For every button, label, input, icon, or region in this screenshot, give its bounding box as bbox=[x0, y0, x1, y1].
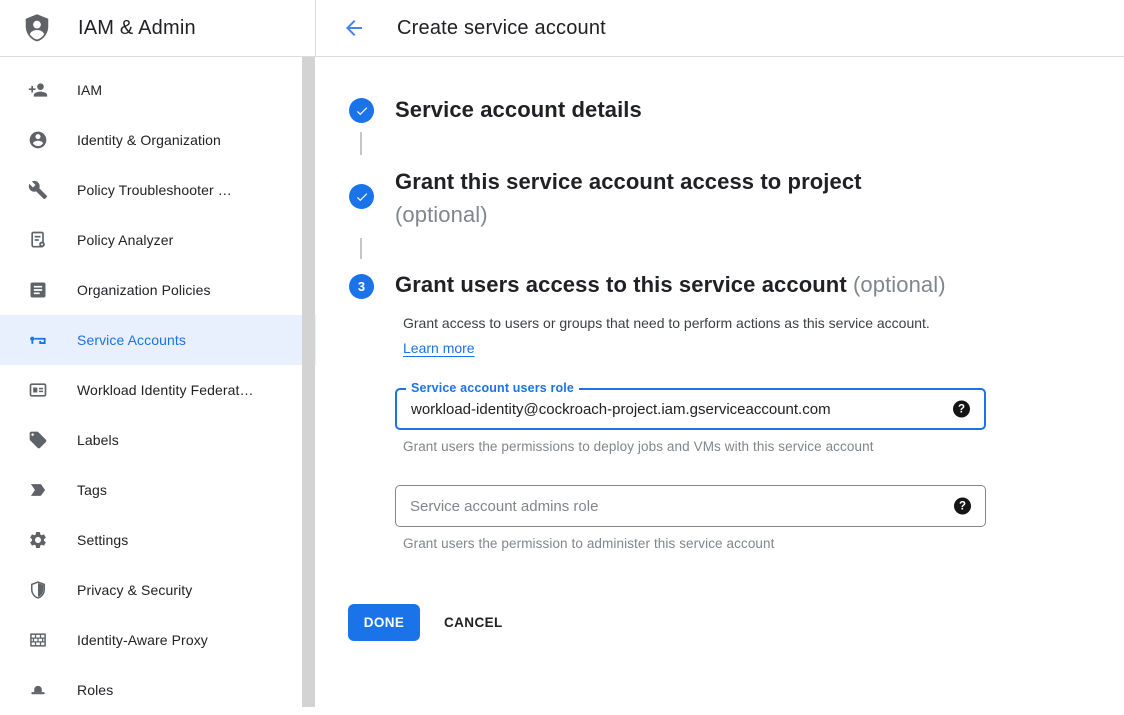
done-button[interactable]: DONE bbox=[348, 604, 420, 641]
sidebar-item-policy-analyzer[interactable]: Policy Analyzer bbox=[0, 215, 316, 265]
create-service-account-panel: Service account details Grant this servi… bbox=[316, 57, 1124, 707]
users-role-helper-text: Grant users the permissions to deploy jo… bbox=[403, 439, 874, 454]
page-title: Create service account bbox=[397, 17, 606, 40]
step3-description: Grant access to users or groups that nee… bbox=[403, 311, 959, 361]
iam-admin-sidebar: IAM Identity & Organization Policy Troub… bbox=[0, 57, 316, 707]
sidebar-item-service-accounts[interactable]: Service Accounts bbox=[0, 315, 316, 365]
sidebar-item-identity-aware-proxy[interactable]: Identity-Aware Proxy bbox=[0, 615, 316, 665]
gear-icon bbox=[28, 530, 48, 550]
step2-title: Grant this service account access to pro… bbox=[395, 165, 862, 231]
cancel-button[interactable]: CANCEL bbox=[444, 604, 503, 641]
step3-number-icon: 3 bbox=[349, 274, 374, 299]
admins-role-input[interactable] bbox=[396, 486, 985, 526]
step3-optional-label: (optional) bbox=[853, 272, 946, 297]
sidebar-item-label: Policy Analyzer bbox=[77, 232, 173, 248]
sidebar-item-label: IAM bbox=[77, 82, 102, 98]
step3-title-text: Grant users access to this service accou… bbox=[395, 272, 847, 297]
page-header: Create service account bbox=[316, 0, 1124, 56]
sidebar-item-label: Service Accounts bbox=[77, 332, 186, 348]
sidebar-item-label: Roles bbox=[77, 682, 113, 698]
back-button[interactable] bbox=[341, 15, 367, 41]
label-tag-icon bbox=[28, 430, 48, 450]
sidebar-item-label: Identity & Organization bbox=[77, 132, 221, 148]
step3-number: 3 bbox=[358, 279, 365, 294]
sidebar-item-label: Privacy & Security bbox=[77, 582, 192, 598]
document-icon bbox=[28, 280, 48, 300]
policy-analyzer-icon bbox=[28, 230, 48, 250]
sidebar-item-iam[interactable]: IAM bbox=[0, 65, 316, 115]
learn-more-link[interactable]: Learn more bbox=[403, 340, 475, 356]
sidebar-item-label: Settings bbox=[77, 532, 128, 548]
sidebar-item-privacy-security[interactable]: Privacy & Security bbox=[0, 565, 316, 615]
badge-card-icon bbox=[28, 380, 48, 400]
step-connector bbox=[360, 132, 362, 155]
sidebar-item-label: Policy Troubleshooter … bbox=[77, 182, 232, 198]
help-icon[interactable]: ? bbox=[953, 401, 970, 418]
sidebar-item-organization-policies[interactable]: Organization Policies bbox=[0, 265, 316, 315]
sidebar-item-identity-organization[interactable]: Identity & Organization bbox=[0, 115, 316, 165]
sidebar-item-label: Workload Identity Federat… bbox=[77, 382, 254, 398]
users-role-input[interactable] bbox=[397, 390, 984, 428]
sidebar-item-label: Identity-Aware Proxy bbox=[77, 632, 208, 648]
account-circle-icon bbox=[28, 130, 48, 150]
service-account-key-icon bbox=[28, 330, 48, 350]
service-account-admins-role-field: ? bbox=[395, 485, 986, 527]
back-arrow-icon bbox=[342, 16, 366, 40]
product-title: IAM & Admin bbox=[78, 17, 196, 40]
sidebar-item-label: Labels bbox=[77, 432, 119, 448]
step2-complete-icon bbox=[349, 184, 374, 209]
top-app-bar: IAM & Admin Create service account bbox=[0, 0, 1124, 57]
step2-title-text: Grant this service account access to pro… bbox=[395, 169, 862, 194]
step2-optional-label: (optional) bbox=[395, 198, 862, 231]
step1-title: Service account details bbox=[395, 97, 642, 123]
sidebar-item-label: Tags bbox=[77, 482, 107, 498]
shield-icon bbox=[28, 580, 48, 600]
service-account-users-role-field: Service account users role ? bbox=[395, 388, 986, 430]
wrench-icon bbox=[28, 180, 48, 200]
iam-shield-logo-icon bbox=[22, 12, 52, 44]
product-header: IAM & Admin bbox=[0, 0, 316, 56]
tag-arrow-icon bbox=[28, 480, 48, 500]
step3-description-text: Grant access to users or groups that nee… bbox=[403, 315, 930, 331]
person-add-icon bbox=[28, 80, 48, 100]
users-role-field-label: Service account users role bbox=[406, 381, 579, 395]
sidebar-item-roles[interactable]: Roles bbox=[0, 665, 316, 715]
step1-complete-icon bbox=[349, 98, 374, 123]
sidebar-item-tags[interactable]: Tags bbox=[0, 465, 316, 515]
hat-icon bbox=[28, 680, 48, 700]
sidebar-scrollbar[interactable] bbox=[302, 57, 315, 707]
sidebar-item-policy-troubleshooter[interactable]: Policy Troubleshooter … bbox=[0, 165, 316, 215]
sidebar-item-labels[interactable]: Labels bbox=[0, 415, 316, 465]
step-connector bbox=[360, 238, 362, 259]
sidebar-item-label: Organization Policies bbox=[77, 282, 211, 298]
help-icon[interactable]: ? bbox=[954, 498, 971, 515]
sidebar-item-settings[interactable]: Settings bbox=[0, 515, 316, 565]
firewall-icon bbox=[28, 630, 48, 650]
admins-role-helper-text: Grant users the permission to administer… bbox=[403, 536, 775, 551]
sidebar-item-workload-identity-federation[interactable]: Workload Identity Federat… bbox=[0, 365, 316, 415]
step3-title: Grant users access to this service accou… bbox=[395, 272, 946, 298]
